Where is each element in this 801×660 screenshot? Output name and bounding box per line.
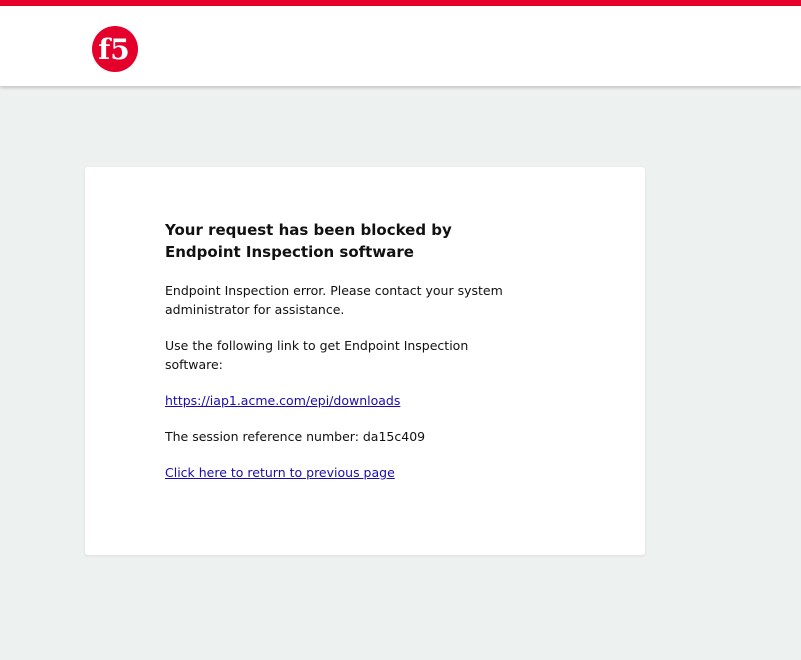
page-header: f5: [0, 6, 801, 86]
f5-logo: f5: [90, 26, 140, 72]
return-link-row: Click here to return to previous page: [165, 463, 525, 482]
download-link[interactable]: https://iap1.acme.com/epi/downloads: [165, 393, 400, 408]
error-message: Endpoint Inspection error. Please contac…: [165, 283, 503, 317]
return-link[interactable]: Click here to return to previous page: [165, 465, 395, 480]
message-content: Your request has been blocked by Endpoin…: [165, 219, 525, 499]
message-card: Your request has been blocked by Endpoin…: [85, 167, 645, 555]
page-title: Your request has been blocked by Endpoin…: [165, 221, 452, 261]
download-link-row: https://iap1.acme.com/epi/downloads: [165, 391, 525, 410]
download-instructions: Use the following link to get Endpoint I…: [165, 338, 469, 372]
session-reference: The session reference number: da15c409: [165, 429, 426, 444]
svg-text:f5: f5: [98, 33, 130, 66]
